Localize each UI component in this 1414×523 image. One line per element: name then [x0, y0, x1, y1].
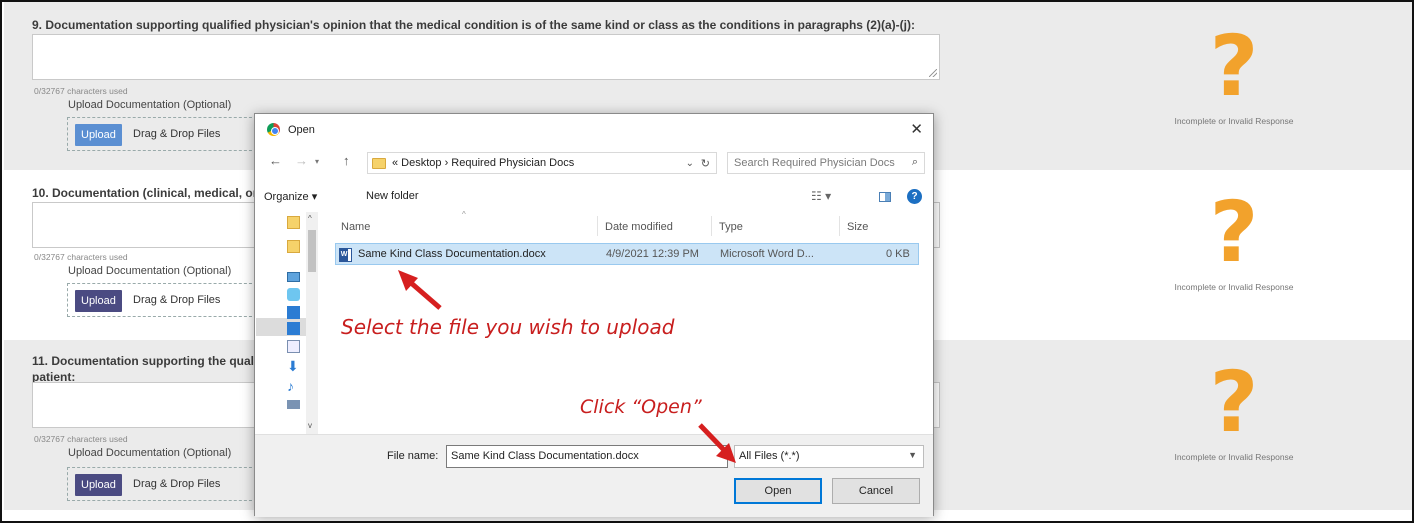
arrow-to-file-icon — [398, 270, 442, 310]
annotation-select-file: Select the file you wish to upload — [341, 315, 675, 339]
annotation-arrows — [398, 270, 736, 463]
arrow-to-open-icon — [698, 423, 736, 463]
annotation-click-open: Click “Open” — [580, 396, 702, 418]
